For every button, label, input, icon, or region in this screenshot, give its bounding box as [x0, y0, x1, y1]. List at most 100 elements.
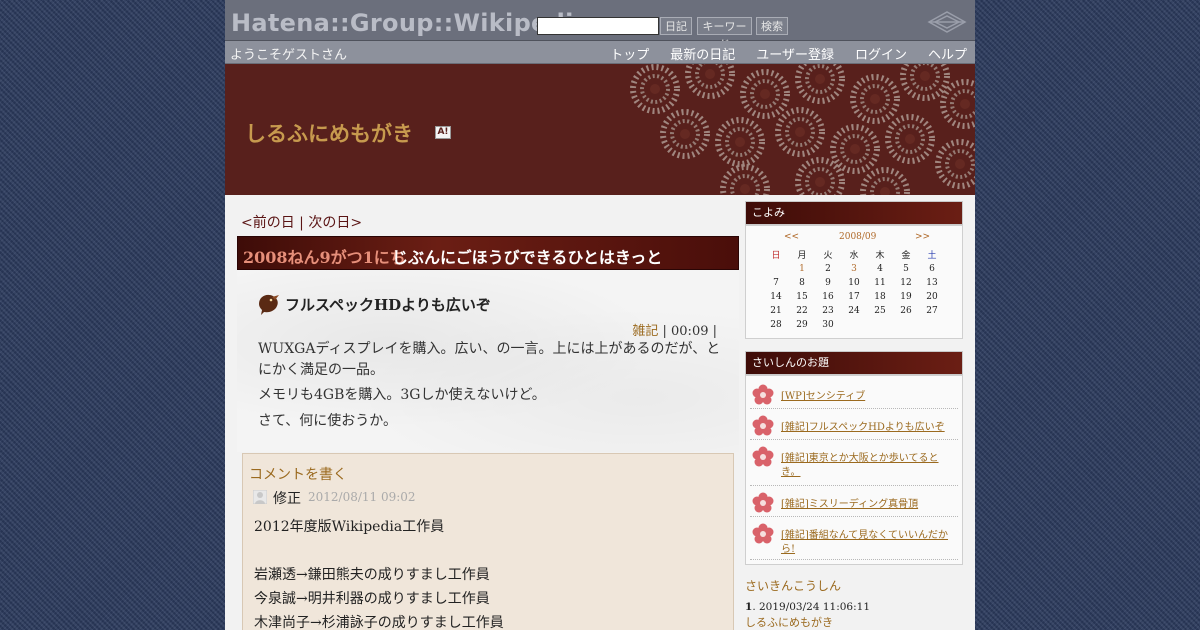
write-comment-link[interactable]: コメントを書く — [249, 464, 347, 484]
calendar-weekday: 火 — [823, 251, 833, 261]
calendar: << 2008/09 >> 日月火水木金土 1 2 3 4 5 6 7 8 9 10 11 12 13 14… — [745, 225, 963, 339]
calendar-day: 15 — [796, 292, 808, 302]
calendar-day: 23 — [822, 306, 834, 316]
calendar-day: 10 — [848, 278, 860, 288]
comment-timestamp: 2012/08/11 09:02 — [308, 490, 416, 504]
day-date-link[interactable]: 2008ねん9がつ1にち — [243, 244, 406, 268]
blog-title[interactable]: しるふにめもがき — [245, 118, 413, 148]
calendar-day: 30 — [822, 320, 834, 330]
day-navigation: <前の日 | 次の日> — [241, 212, 362, 232]
nav-link-top[interactable]: トップ — [610, 44, 649, 63]
recent-post-item[interactable]: [雑記]フルスペックHDよりも広いぞ — [750, 409, 958, 440]
calendar-day: 17 — [848, 292, 860, 302]
hatena-mark-icon — [927, 11, 967, 33]
calendar-day: 26 — [900, 306, 912, 316]
calendar-weekday: 水 — [849, 251, 859, 261]
recent-post-link[interactable]: [WP]センシティブ — [781, 390, 956, 404]
calendar-day: 12 — [900, 278, 912, 288]
calendar-day: 14 — [770, 292, 782, 302]
diary-entry: フルスペックHDよりも広いぞ 雑記 | 00:09 | WUXGAディスプレイを… — [237, 270, 739, 452]
flower-icon — [752, 492, 774, 513]
recent-post-item[interactable]: [雑記]ミスリーディング真骨頂 — [750, 486, 958, 517]
search-input[interactable] — [537, 17, 659, 35]
calendar-prev-link[interactable]: << — [784, 232, 799, 242]
flower-icon — [752, 523, 774, 544]
diary-search-button[interactable]: 日記 — [660, 17, 692, 35]
day-title: じぶんにごほうびできるひとはきっと — [392, 248, 663, 267]
calendar-day: 21 — [770, 306, 782, 316]
bird-icon[interactable] — [255, 290, 281, 316]
calendar-day: 24 — [848, 306, 860, 316]
calendar-day: 22 — [796, 306, 808, 316]
entry-paragraph: メモリも4GBを購入。3Gしか使えないけど。 — [258, 387, 546, 403]
calendar-day: 27 — [926, 306, 938, 316]
nav-links: トップ 最新の日記 ユーザー登録 ログイン ヘルプ — [589, 44, 967, 63]
comment-author[interactable]: 修正 — [273, 488, 301, 508]
calendar-day: 16 — [822, 292, 834, 302]
flower-icon — [752, 384, 774, 405]
recent-post-item[interactable]: [WP]センシティブ — [750, 378, 958, 409]
entry-paragraph: さて、何に使おうか。 — [258, 413, 398, 429]
calendar-day[interactable]: 1 — [789, 264, 815, 274]
calendar-day: 2 — [825, 264, 831, 274]
calendar-day: 8 — [799, 278, 805, 288]
nav-link-register[interactable]: ユーザー登録 — [756, 44, 834, 63]
calendar-day: 7 — [773, 278, 779, 288]
calendar-day: 28 — [770, 320, 782, 330]
page: Hatena::Group::Wikipedia 日記 キーワード 検索 ようこ… — [225, 0, 975, 630]
flower-icon — [752, 415, 774, 436]
recent-comments-heading: さいきんこうしん — [745, 579, 842, 593]
comment-line: 岩瀬透→鎌田熊夫の成りすまし工作員 — [254, 567, 490, 583]
daynav-separator: | — [294, 215, 309, 231]
flower-icon — [752, 446, 774, 467]
calendar-weekday: 金 — [901, 251, 911, 261]
recent-post-link[interactable]: [雑記]東京とか大阪とか歩いてるとき。 — [781, 452, 956, 480]
next-day-link[interactable]: 次の日> — [308, 215, 362, 231]
calendar-day: 19 — [900, 292, 912, 302]
section-time[interactable]: | 00:09 | — [658, 324, 718, 339]
comment-line: 2012年度版Wikipedia工作員 — [254, 519, 445, 535]
day-header: 2008ねん9がつ1にち じぶんにごほうびできるひとはきっと — [237, 236, 739, 270]
nav-link-help[interactable]: ヘルプ — [928, 44, 967, 63]
recent-comment-entry: 1. 2019/03/24 11:06:11 — [745, 601, 870, 613]
calendar-weekday: 木 — [875, 251, 885, 261]
comments-section: コメントを書く 修正 2012/08/11 09:02 2012年度版Wikip… — [242, 453, 734, 630]
flower-pattern-icon — [625, 64, 975, 195]
calendar-day: 5 — [903, 264, 909, 274]
calendar-day: 9 — [825, 278, 831, 288]
calendar-day: 18 — [874, 292, 886, 302]
calendar-weekday: 月 — [797, 251, 807, 261]
calendar-day: 29 — [796, 320, 808, 330]
calendar-month-link[interactable]: 2008/09 — [839, 232, 876, 242]
section-category-link[interactable]: 雑記 — [632, 324, 658, 339]
recent-comment-blog-link[interactable]: しるふにめもがき — [745, 614, 833, 630]
prev-day-link[interactable]: <前の日 — [241, 215, 295, 231]
hatena-header: Hatena::Group::Wikipedia 日記 キーワード 検索 — [225, 0, 975, 51]
entry-paragraph: WUXGAディスプレイを購入。広い、の一言。上には上があるのだが、とにかく満足の… — [258, 341, 721, 378]
recent-post-item[interactable]: [雑記]東京とか大阪とか歩いてるとき。 — [750, 440, 958, 486]
calendar-weekday: 土 — [927, 251, 937, 261]
comment-line: 今泉誠→明井利器の成りすまし工作員 — [254, 591, 490, 607]
calendar-day: 11 — [874, 278, 886, 288]
recent-post-link[interactable]: [雑記]番組なんて見なくていいんだから! — [781, 529, 956, 557]
nav-link-latest[interactable]: 最新の日記 — [670, 44, 735, 63]
recent-post-link[interactable]: [雑記]ミスリーディング真骨頂 — [781, 498, 956, 512]
nav-bar: ようこそゲストさん トップ 最新の日記 ユーザー登録 ログイン ヘルプ — [225, 41, 975, 64]
search-button[interactable]: 検索 — [756, 17, 788, 35]
recent-posts-heading: さいしんのお題 — [745, 351, 963, 375]
recent-post-item[interactable]: [雑記]番組なんて見なくていいんだから! — [750, 517, 958, 560]
calendar-day: 25 — [874, 306, 886, 316]
section-meta: 雑記 | 00:09 | — [632, 320, 717, 339]
calendar-day[interactable]: 3 — [841, 264, 867, 274]
calendar-day: 13 — [926, 278, 938, 288]
antenna-badge-icon[interactable]: A! — [435, 126, 451, 139]
calendar-next-link[interactable]: >> — [915, 232, 930, 242]
nav-link-login[interactable]: ログイン — [855, 44, 907, 63]
recent-post-link[interactable]: [雑記]フルスペックHDよりも広いぞ — [781, 421, 956, 435]
calendar-heading: こよみ — [745, 201, 963, 225]
calendar-day: 6 — [929, 264, 935, 274]
keyword-search-button[interactable]: キーワード — [697, 17, 752, 51]
blog-banner: しるふにめもがき A! — [225, 64, 975, 195]
welcome-text: ようこそゲストさん — [230, 48, 348, 63]
section-title[interactable]: フルスペックHDよりも広いぞ — [285, 294, 491, 315]
